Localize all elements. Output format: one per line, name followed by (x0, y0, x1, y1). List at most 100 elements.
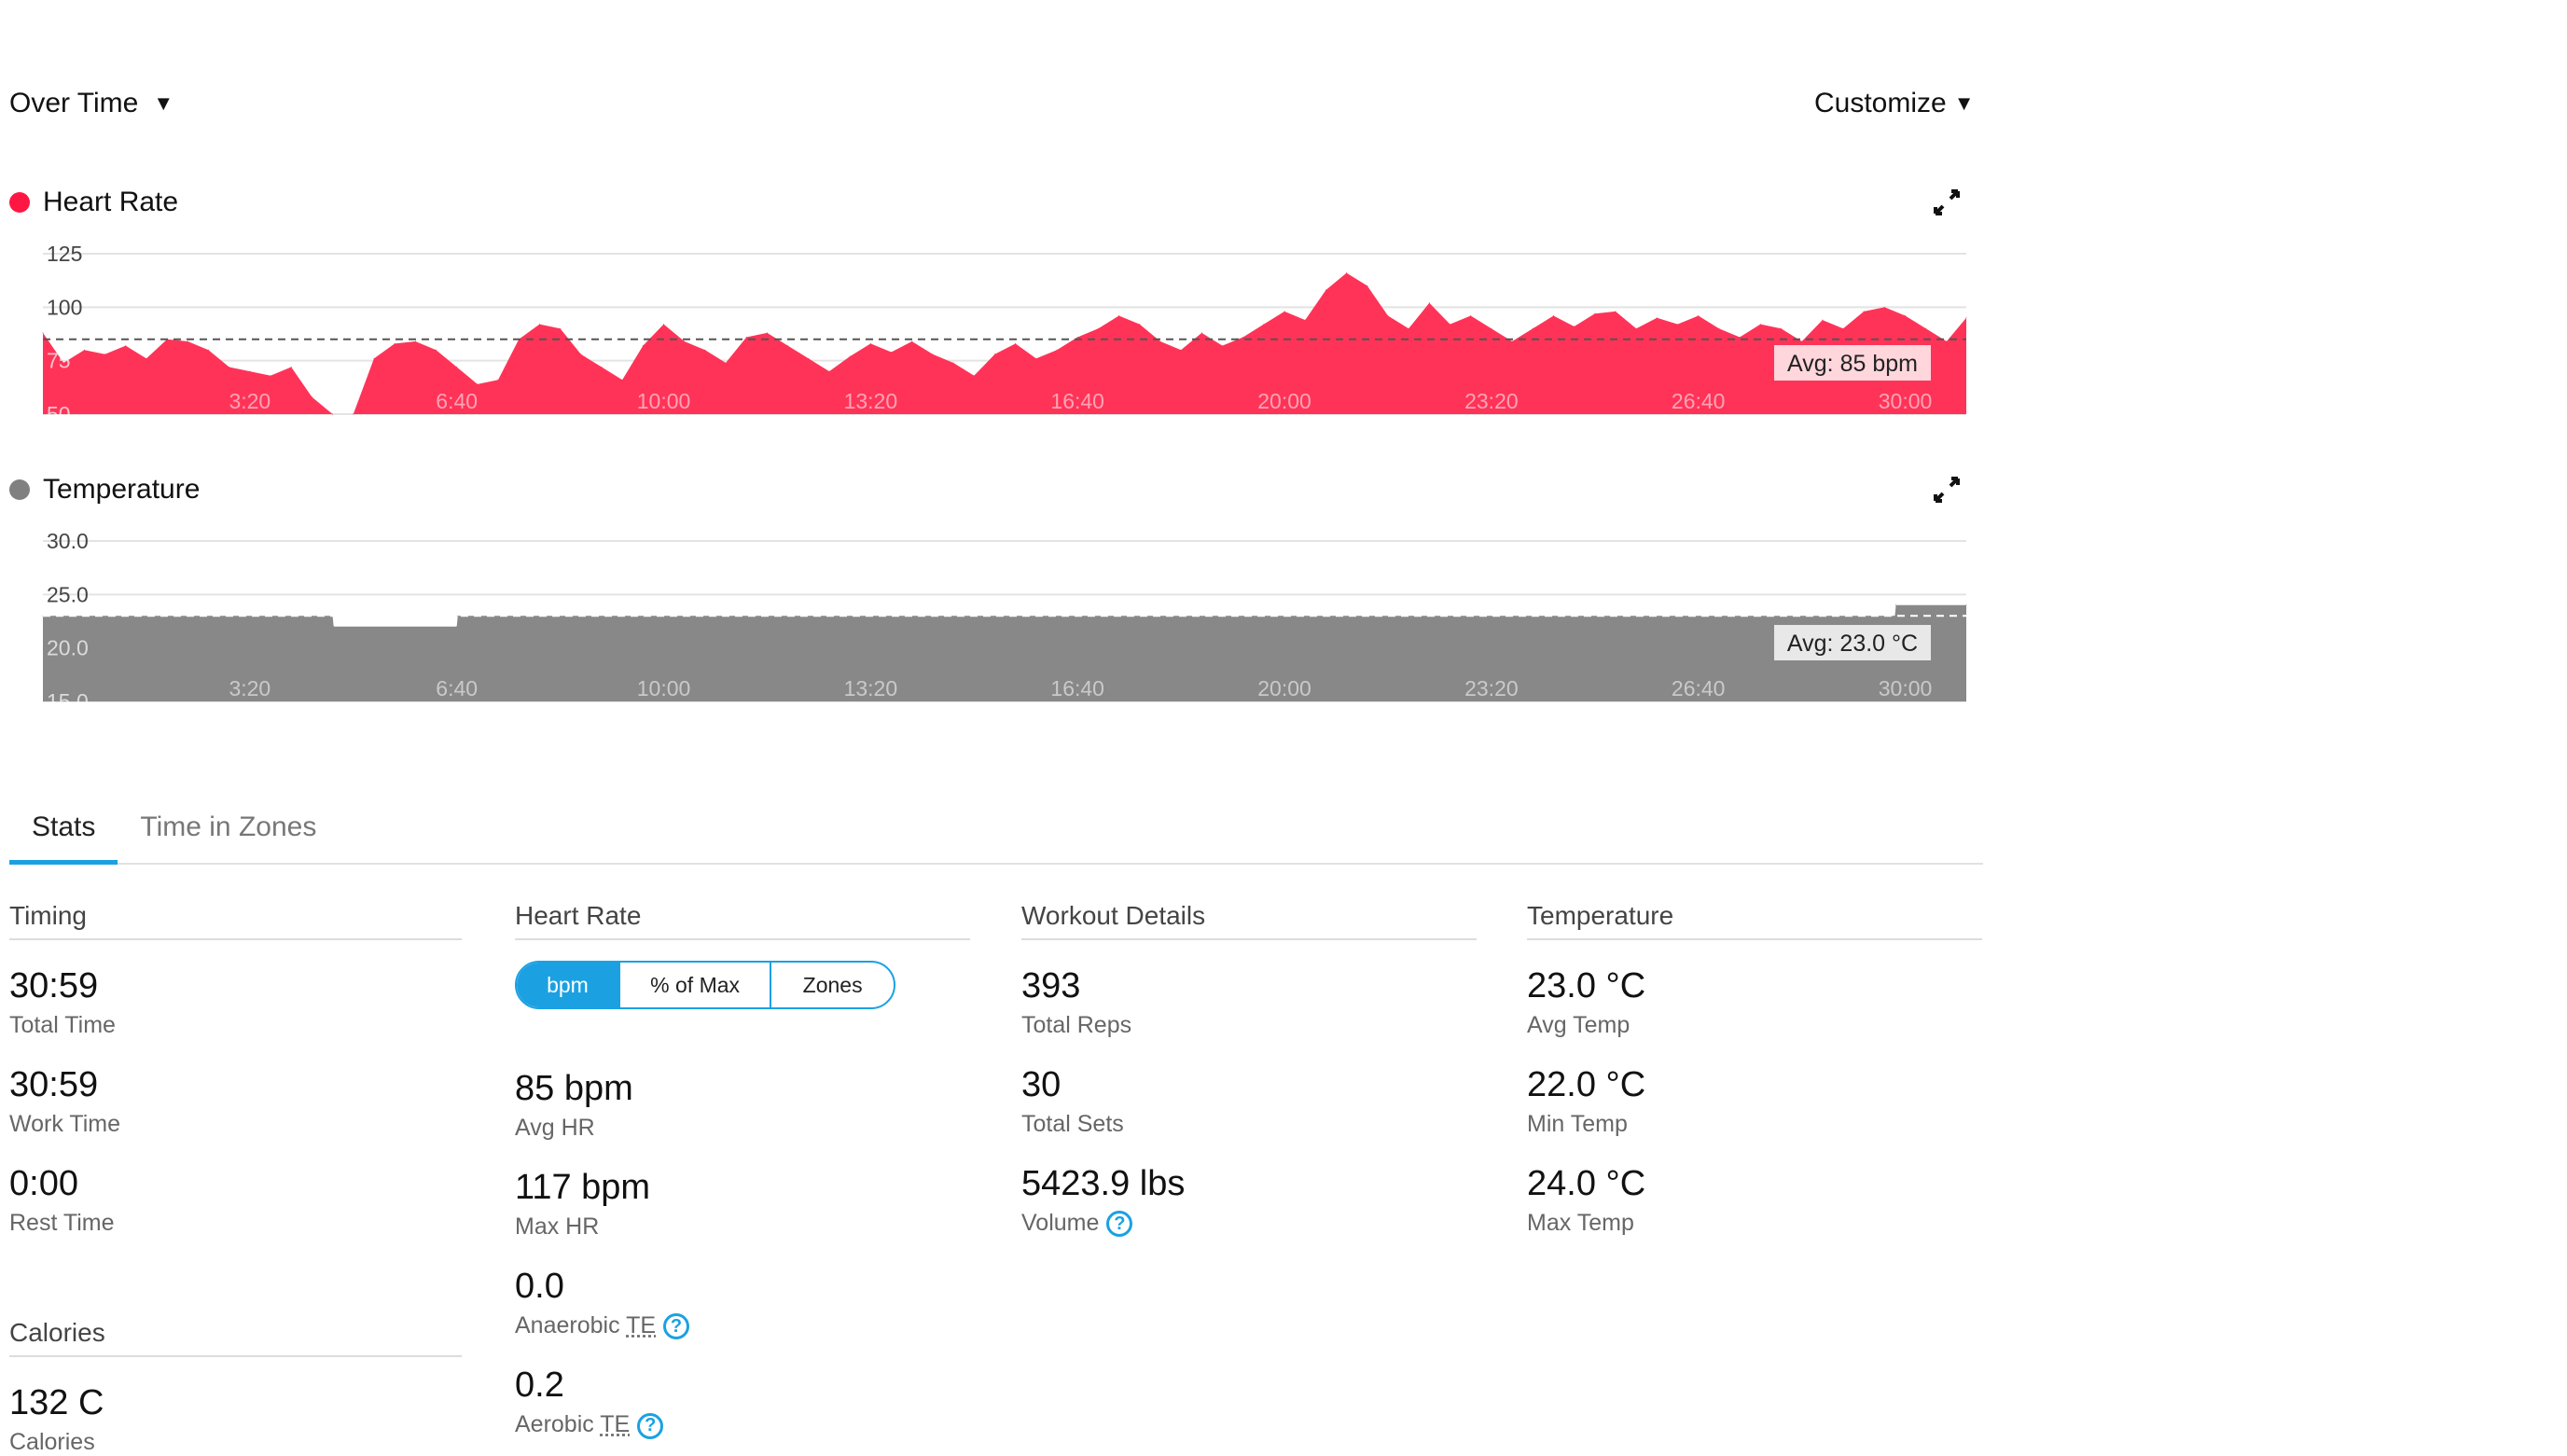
y-tick-label: 125 (47, 242, 82, 266)
data-point (1491, 327, 1492, 329)
stat-value: 132 C (9, 1383, 104, 1422)
stat-label: Max HR (515, 1213, 600, 1240)
workout-details-section: Workout Details 393 Total Reps 30 Total … (1021, 901, 1477, 1238)
temperature-chart: 30.0 25.0 20.0 15.0 3:20 6:40 10:00 13:20 16:40 2… (42, 529, 1967, 714)
te-abbr: TE (600, 1411, 631, 1438)
data-point (663, 324, 665, 326)
data-point (684, 340, 686, 342)
stat-value: 0.2 (515, 1366, 564, 1406)
data-point (1863, 311, 1865, 312)
data-point (1408, 327, 1409, 329)
data-point (414, 340, 416, 342)
stat-anaerobic-te: 0.0 Anaerobic TE? (515, 1267, 970, 1340)
stat-calories: 132 C Calories (9, 1383, 462, 1456)
stat-value: 30 (1021, 1065, 1061, 1104)
x-tick-label: 10:00 (637, 676, 691, 700)
toggle-zones[interactable]: Zones (770, 963, 894, 1007)
average-badge: Avg: 23.0 °C (1774, 625, 1931, 660)
stat-label: Total Time (9, 1012, 116, 1038)
data-point (891, 351, 893, 353)
stat-work-time: 30:59 Work Time (9, 1065, 462, 1138)
stat-avg-temp: 23.0 °C Avg Temp (1527, 966, 1982, 1039)
expand-heart-rate-icon[interactable] (1933, 188, 1961, 216)
toggle-percent-max[interactable]: % of Max (617, 963, 770, 1007)
data-point (1635, 327, 1637, 329)
data-point (1284, 311, 1285, 312)
data-point (1180, 349, 1182, 351)
x-tick-label: 13:20 (844, 676, 898, 700)
view-dropdown-label: Over Time (9, 88, 139, 118)
stat-label: Avg HR (515, 1115, 595, 1141)
x-tick-label: 20:00 (1257, 676, 1311, 700)
data-point (1159, 340, 1161, 342)
view-dropdown[interactable]: Over Time ▼ (9, 88, 173, 119)
data-point (457, 615, 459, 617)
stat-label: Total Reps (1021, 1012, 1132, 1038)
data-point (1221, 345, 1223, 347)
tab-stats[interactable]: Stats (9, 811, 118, 865)
data-point (1242, 336, 1244, 338)
data-point (1035, 357, 1037, 359)
stat-avg-hr: 85 bpm Avg HR (515, 1069, 970, 1142)
data-point (1552, 315, 1554, 317)
data-point (621, 379, 623, 381)
help-icon[interactable]: ? (663, 1313, 690, 1340)
y-tick-label: 100 (47, 295, 82, 319)
x-tick-label: 6:40 (436, 389, 478, 413)
stat-label: Total Sets (1021, 1111, 1124, 1137)
data-point (83, 349, 85, 351)
data-point (1925, 327, 1927, 329)
stat-label: Anaerobic TE? (515, 1312, 970, 1340)
data-point (1895, 604, 1897, 606)
stat-label: Avg Temp (1527, 1012, 1630, 1038)
data-point (1325, 289, 1326, 291)
stat-value: 0.0 (515, 1267, 564, 1306)
data-point (725, 362, 727, 364)
customize-dropdown[interactable]: Customize ▼ (1814, 88, 1975, 119)
data-point (1965, 604, 1967, 606)
data-point (704, 349, 706, 351)
data-point (207, 349, 209, 351)
x-tick-label: 16:40 (1050, 389, 1104, 413)
data-point (373, 357, 375, 359)
x-tick-label: 23:20 (1464, 676, 1519, 700)
data-point (477, 383, 479, 385)
data-point (538, 324, 540, 326)
data-point (497, 379, 499, 381)
stat-min-temp: 22.0 °C Min Temp (1527, 1065, 1982, 1138)
stat-total-time: 30:59 Total Time (9, 966, 462, 1039)
data-point (1946, 340, 1948, 342)
data-point (1387, 315, 1389, 317)
stat-value: 30:59 (9, 1065, 99, 1104)
data-point (1842, 327, 1844, 329)
data-point (1511, 340, 1513, 342)
data-point (973, 375, 975, 377)
stat-label: Volume? (1021, 1210, 1477, 1238)
stat-rest-time: 0:00 Rest Time (9, 1164, 462, 1237)
aerobic-label: Aerobic (515, 1411, 601, 1438)
y-tick-label: 15.0 (47, 689, 89, 714)
tab-time-in-zones[interactable]: Time in Zones (118, 811, 339, 863)
data-point (808, 357, 810, 359)
data-point (1801, 340, 1803, 342)
stat-total-sets: 30 Total Sets (1021, 1065, 1477, 1138)
y-tick-label: 50 (47, 402, 71, 426)
heart-rate-section: Heart Rate bpm % of Max Zones 85 bpm Avg… (515, 901, 970, 1439)
help-icon[interactable]: ? (1106, 1211, 1133, 1238)
data-point (1718, 327, 1720, 329)
help-icon[interactable]: ? (637, 1412, 664, 1439)
average-badge-label: Avg: 85 bpm (1787, 351, 1918, 377)
data-point (1015, 342, 1017, 344)
heart-rate-legend-dot (9, 192, 30, 213)
data-point (849, 355, 851, 357)
toggle-bpm[interactable]: bpm (517, 963, 618, 1007)
x-tick-label: 13:20 (844, 389, 898, 413)
data-point (911, 340, 913, 342)
data-point (1677, 324, 1679, 326)
data-point (766, 332, 768, 334)
expand-temperature-icon[interactable] (1933, 476, 1961, 504)
data-point (1263, 324, 1265, 326)
heart-rate-title: Heart Rate (43, 187, 179, 217)
x-tick-label: 20:00 (1257, 389, 1311, 413)
data-point (1304, 319, 1306, 321)
